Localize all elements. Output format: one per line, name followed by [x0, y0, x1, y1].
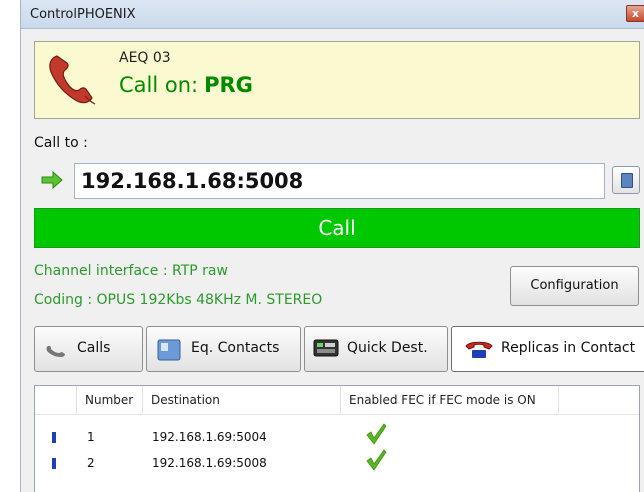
table-row[interactable]: 2 192.168.1.69:5008 [35, 449, 639, 476]
call-status-panel: AEQ 03 Call on: PRG [34, 41, 640, 119]
column-header-marker[interactable] [35, 386, 77, 415]
quick-dest-icon [313, 339, 339, 357]
tab-replicas-label: Replicas in Contact [501, 340, 636, 356]
control-phoenix-window: ControlPHOENIX x AEQ 03 Call on: PRG Call… [20, 0, 644, 492]
column-header-number[interactable]: Number [77, 386, 143, 415]
tab-quick-dest[interactable]: Quick Dest. [304, 326, 448, 372]
row-marker [52, 458, 56, 469]
tab-quick-dest-label: Quick Dest. [347, 340, 428, 356]
call-address-input[interactable] [74, 163, 605, 199]
tab-replicas-in-contact[interactable]: Replicas in Contact [451, 326, 644, 372]
replicas-table: Number Destination Enabled FEC if FEC mo… [34, 385, 640, 492]
call-status-value: PRG [204, 73, 253, 97]
replicas-phone-icon [465, 341, 493, 358]
column-header-fec[interactable]: Enabled FEC if FEC mode is ON [341, 386, 559, 415]
column-header-destination[interactable]: Destination [143, 386, 341, 415]
tab-eq-contacts[interactable]: Eq. Contacts [146, 326, 301, 372]
row-number: 1 [87, 430, 95, 444]
check-icon [366, 423, 387, 445]
configuration-button[interactable]: Configuration [510, 266, 639, 306]
tab-calls[interactable]: Calls [34, 326, 143, 372]
row-number: 2 [87, 456, 95, 470]
device-name: AEQ 03 [119, 50, 171, 66]
row-destination: 192.168.1.69:5008 [152, 456, 267, 470]
close-button[interactable]: x [626, 5, 644, 22]
tab-eq-contacts-label: Eq. Contacts [191, 340, 280, 356]
row-marker [52, 432, 56, 443]
check-icon [366, 449, 387, 471]
phone-handset-icon [49, 55, 96, 105]
row-destination: 192.168.1.69:5004 [152, 430, 267, 444]
call-to-label: Call to : [34, 135, 88, 151]
coding-text: Coding : OPUS 192Kbs 48KHz M. STEREO [34, 292, 323, 308]
address-book-icon [621, 173, 633, 188]
tab-calls-label: Calls [77, 340, 111, 356]
window-title: ControlPHOENIX [30, 7, 136, 22]
channel-interface-text: Channel interface : RTP raw [34, 263, 228, 279]
address-book-button[interactable] [612, 166, 640, 194]
contacts-card-icon [157, 339, 181, 361]
title-bar: ControlPHOENIX x [21, 0, 644, 29]
green-arrow-icon [41, 171, 63, 189]
call-status-label: Call on: [119, 73, 199, 97]
call-status: Call on: PRG [119, 73, 253, 97]
table-row[interactable]: 1 192.168.1.69:5004 [35, 423, 639, 450]
phone-icon [46, 346, 65, 357]
table-header: Number Destination Enabled FEC if FEC mo… [35, 386, 639, 415]
call-button[interactable]: Call [34, 208, 640, 248]
